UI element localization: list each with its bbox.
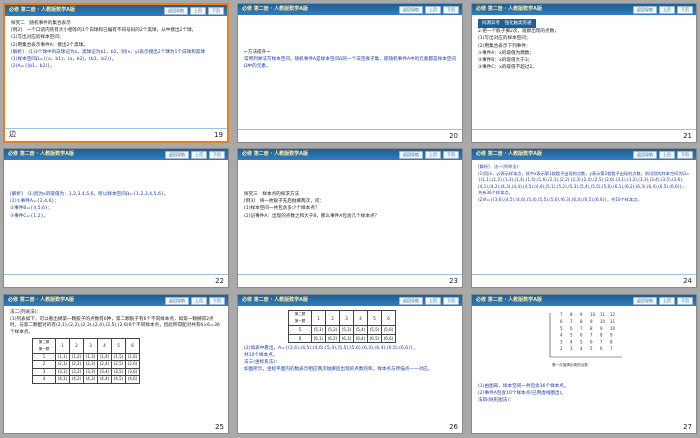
grid-sum-value: 7 (590, 333, 593, 338)
slide-number: 25 (215, 423, 224, 431)
slide-number: 19 (214, 131, 223, 139)
next-page-button[interactable]: 下页 (208, 7, 224, 15)
next-page-button[interactable]: 下页 (443, 6, 459, 14)
grid-sum-value: 10 (590, 312, 596, 317)
slide-number: 24 (683, 277, 692, 285)
slide-22[interactable]: 必修 第二册 · 人教版数学A版 返回导航 上页 下页 [解析] (1)因为x的… (3, 148, 229, 288)
grid-sum-value: 7 (610, 346, 613, 351)
grid-sum-value: 5 (590, 346, 593, 351)
next-page-button[interactable]: 下页 (443, 297, 459, 305)
back-nav-button[interactable]: 返回导航 (633, 297, 657, 305)
slide-body: 探究二 随机事件的集合表示 [例2] 一个口袋内装有大小相等的1个白球和已编有不… (11, 21, 205, 70)
grid-sum-value: 4 (570, 339, 573, 344)
back-nav-button[interactable]: 返回导航 (165, 151, 189, 159)
outcome-table: 第二颗 第一颗 123 456 1 (1,1) (1,2) (1,3) (1,4) (1,5… (32, 338, 140, 384)
grid-sum-value: 6 (590, 339, 593, 344)
prev-page-button[interactable]: 上页 (425, 297, 441, 305)
section-tag: 同源异考 强化触类旁通 (478, 19, 536, 29)
sum-grid-figure: 2345673456784567895678910678910117891011… (549, 312, 622, 358)
next-page-button[interactable]: 下页 (677, 6, 693, 14)
grid-sum-value: 8 (590, 326, 593, 331)
grid-sum-value: 9 (600, 326, 603, 331)
grid-sum-value: 8 (580, 319, 583, 324)
prev-page-button[interactable]: 上页 (190, 7, 206, 15)
grid-sum-value: 9 (590, 319, 593, 324)
slide-number: 23 (449, 277, 458, 285)
grid-sum-value: 5 (580, 339, 583, 344)
grid-sum-value: 8 (600, 333, 603, 338)
slide-24[interactable]: 必修 第二册 · 人教版数学A版 返回导航 上页 下页 [解析] 法一(列举法)… (471, 148, 697, 288)
grid-sum-value: 9 (580, 312, 583, 317)
next-page-button[interactable]: 下页 (677, 297, 693, 305)
prev-page-button[interactable]: 上页 (425, 6, 441, 14)
slide-19[interactable]: 必修 第二册 · 人教版数学A版 返回导航 上页 下页 探究二 随机事件的集合表… (3, 3, 229, 143)
grid-sum-value: 9 (610, 333, 613, 338)
grid-sum-value: 4 (560, 333, 563, 338)
grid-sum-value: 6 (560, 319, 563, 324)
slide-number: 26 (449, 423, 458, 431)
next-page-button[interactable]: 下页 (443, 151, 459, 159)
grid-sum-value: 4 (580, 346, 583, 351)
left-label: 边 (9, 130, 16, 138)
prev-page-button[interactable]: 上页 (191, 151, 207, 159)
back-nav-button[interactable]: 返回导航 (633, 151, 657, 159)
slide-27[interactable]: 必修 第二册 · 人教版数学A版 返回导航 上页 下页 234567345678… (471, 294, 697, 434)
slide-number: 27 (683, 423, 692, 431)
grid-sum-value: 3 (570, 346, 573, 351)
slide-25[interactable]: 必修 第二册 · 人教版数学A版 返回导航 上页 下页 法二(列表法)： (1)… (3, 294, 229, 434)
prev-page-button[interactable]: 上页 (425, 151, 441, 159)
slide-number: 22 (215, 277, 224, 285)
grid-sum-value: 3 (560, 339, 563, 344)
grid-sum-value: 7 (570, 319, 573, 324)
next-page-button[interactable]: 下页 (677, 151, 693, 159)
slide-21[interactable]: 必修 第二册 · 人教版数学A版 返回导航 上页 下页 同源异考 强化触类旁通 … (471, 3, 697, 143)
grid-sum-value: 10 (610, 326, 616, 331)
back-nav-button[interactable]: 返回导航 (165, 297, 189, 305)
prev-page-button[interactable]: 上页 (191, 297, 207, 305)
grid-sum-value: 2 (560, 346, 563, 351)
slide-number: 21 (683, 132, 692, 140)
grid-sum-value: 12 (610, 312, 616, 317)
grid-sum-value: 11 (600, 312, 606, 317)
slide-26[interactable]: 必修 第二册 · 人教版数学A版 返回导航 上页 下页 第二颗 第一颗 123 4… (237, 294, 463, 434)
back-nav-button[interactable]: 返回导航 (399, 6, 423, 14)
grid-sum-value: 7 (560, 312, 563, 317)
grid-sum-value: 8 (570, 312, 573, 317)
grid-sum-value: 5 (570, 333, 573, 338)
back-nav-button[interactable]: 返回导航 (399, 297, 423, 305)
grid-sum-value: 11 (610, 319, 616, 324)
slide-number: 20 (449, 132, 458, 140)
slide-20[interactable]: 必修 第二册 · 人教版数学A版 返回导航 上页 下页 ←方法提升→ 常用列举法… (237, 3, 463, 143)
grid-sum-value: 6 (570, 326, 573, 331)
slide-header: 必修 第二册 · 人教版数学A版 返回导航 上页 下页 (5, 5, 227, 16)
outcome-table: 第二颗 第一颗 123 456 5 (5,1) (5,2) (5,3) (5,4) (5,5… (288, 309, 396, 343)
grid-sum-value: 8 (610, 339, 613, 344)
prev-page-button[interactable]: 上页 (659, 297, 675, 305)
grid-caption: 第一次抛掷出现的点数 (552, 363, 588, 367)
grid-sum-value: 6 (600, 346, 603, 351)
grid-sum-value: 10 (600, 319, 606, 324)
back-nav-button[interactable]: 返回导航 (633, 6, 657, 14)
next-page-button[interactable]: 下页 (209, 297, 225, 305)
back-nav-button[interactable]: 返回导航 (399, 151, 423, 159)
slide-23[interactable]: 必修 第二册 · 人教版数学A版 返回导航 上页 下页 探究三 样本点的探求方法… (237, 148, 463, 288)
back-nav-button[interactable]: 返回导航 (164, 7, 188, 15)
grid-sum-value: 7 (580, 326, 583, 331)
next-page-button[interactable]: 下页 (209, 151, 225, 159)
prev-page-button[interactable]: 上页 (659, 6, 675, 14)
grid-sum-value: 6 (580, 333, 583, 338)
prev-page-button[interactable]: 上页 (659, 151, 675, 159)
grid-sum-value: 5 (560, 326, 563, 331)
grid-sum-value: 7 (600, 339, 603, 344)
